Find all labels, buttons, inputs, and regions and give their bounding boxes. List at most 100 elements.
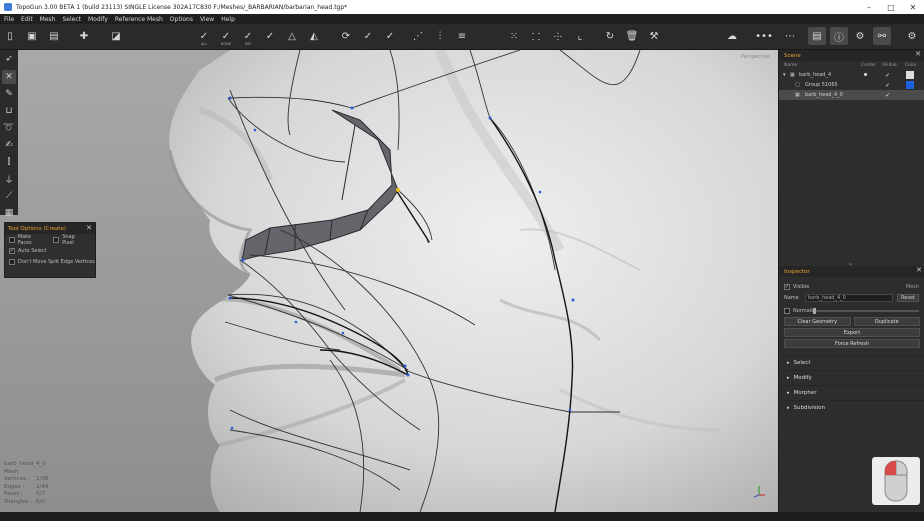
select-tool-icon[interactable]: ➶ [2, 52, 16, 66]
scene-item-group[interactable]: ▢ Group 51065 ✓ [779, 80, 924, 90]
create-tool-icon[interactable]: ✕ [2, 70, 16, 84]
delete-icon[interactable]: 🗑 [624, 28, 640, 44]
relax-tool-icon[interactable]: ⏚ [2, 172, 16, 186]
select-grow-icon[interactable]: ✓ [262, 28, 278, 44]
info-icon[interactable]: ⓘ [830, 27, 848, 45]
menu-options[interactable]: Options [170, 16, 193, 23]
select-border-icon[interactable]: ✓ [382, 28, 398, 44]
reset-button[interactable]: Reset [897, 294, 919, 302]
color-swatch[interactable] [906, 81, 914, 89]
section-modify[interactable]: ▸ Modify [779, 370, 924, 385]
normals-checkbox[interactable] [784, 307, 790, 314]
draw-tool-icon[interactable]: ✎ [2, 87, 16, 101]
grid-select-icon[interactable]: ⁙ [506, 28, 522, 44]
select-loop-icon[interactable]: ⟳ [338, 28, 354, 44]
center-dot-icon[interactable] [864, 73, 867, 76]
refresh-icon[interactable]: ↻ [602, 28, 618, 44]
auto-select-label: Auto Select [18, 247, 47, 254]
menu-reference-mesh[interactable]: Reference Mesh [115, 16, 163, 23]
section-morpher[interactable]: ▸ Morpher [779, 385, 924, 400]
panel-splitter[interactable]: ═ [849, 262, 857, 268]
vertex-dots-icon[interactable]: ••• [755, 28, 773, 44]
inspector-panel: Inspector ✕ ✓ Visible Mesh Name barb_hea… [779, 266, 924, 415]
section-subdivision[interactable]: ▸ Subdivision [779, 400, 924, 415]
slider-handle[interactable] [813, 308, 816, 314]
menu-modify[interactable]: Modify [88, 16, 108, 23]
stats-object-name: barb_head_4_0 [4, 461, 46, 467]
axis-icon[interactable]: ⌞ [572, 28, 588, 44]
scene-item-barb-head-4[interactable]: ▾ ▦ barb_head_4 ✓ [779, 70, 924, 80]
color-swatch[interactable] [906, 71, 914, 79]
clear-geometry-button[interactable]: Clear Geometry [784, 317, 851, 326]
tool-settings-icon[interactable]: ⚯ [873, 27, 891, 45]
expand-arrow-icon[interactable]: ▾ [783, 72, 786, 78]
brush-tool-icon[interactable]: ✍ [2, 138, 16, 152]
make-faces-checkbox[interactable] [9, 236, 15, 243]
new-file-icon[interactable]: ▯ [2, 28, 18, 44]
menu-edit[interactable]: Edit [21, 16, 33, 23]
edge-dots-icon[interactable]: ⋯ [782, 28, 798, 44]
select-triangles-icon[interactable]: △ [284, 28, 300, 44]
visible-check-icon[interactable]: ✓ [885, 82, 890, 89]
dont-move-split-checkbox[interactable] [9, 258, 15, 265]
inspector-close-button[interactable]: ✕ [916, 266, 922, 274]
name-input[interactable]: barb_head_4_0 [805, 294, 893, 302]
window-title: TopoGun 3.00 BETA 1 (build 23113) SINGLE… [16, 3, 348, 11]
section-label: Subdivision [793, 405, 826, 411]
viewport-label: Perspective [741, 54, 770, 60]
menu-help[interactable]: Help [221, 16, 235, 23]
stats-edges-label: Edges : [4, 483, 25, 490]
select-vertical-icon[interactable]: ⫶ [432, 28, 448, 44]
tubes-tool-icon[interactable]: ⫿ [2, 155, 16, 169]
grid-tool-icon[interactable]: ▦ [2, 206, 16, 220]
section-select[interactable]: ▸ Select [779, 355, 924, 370]
close-window-button[interactable]: ✕ [902, 0, 924, 14]
auto-select-checkbox[interactable]: ✓ [9, 247, 15, 254]
export-button[interactable]: Export [784, 328, 920, 337]
add-icon[interactable]: ✚ [76, 28, 92, 44]
mesh-icon: ▦ [790, 72, 795, 78]
select-all-icon[interactable]: ✓ ALL [196, 28, 212, 47]
select-invert-icon[interactable]: ✓ INV [240, 28, 256, 47]
minimize-button[interactable]: – [858, 0, 880, 14]
loop-tool-icon[interactable]: ➰ [2, 121, 16, 135]
menu-view[interactable]: View [200, 16, 214, 23]
brush-select-icon[interactable]: ⸬ [528, 28, 544, 44]
save-icon[interactable]: ▣ [24, 28, 40, 44]
col-center: Center [861, 63, 877, 68]
tool-options-close-button[interactable]: ✕ [86, 224, 92, 232]
menu-mesh[interactable]: Mesh [40, 16, 56, 23]
normals-slider[interactable] [813, 308, 919, 314]
maximize-button[interactable]: □ [880, 0, 902, 14]
visible-check-icon[interactable]: ✓ [885, 92, 890, 99]
3d-viewport[interactable]: Perspective [0, 50, 778, 512]
duplicate-button[interactable]: Duplicate [853, 317, 920, 326]
app-logo-icon [4, 3, 12, 11]
settings-sliders-icon[interactable]: ⚙ [852, 28, 868, 44]
bridge-tool-icon[interactable]: ⊔ [2, 104, 16, 118]
menu-file[interactable]: File [4, 16, 14, 23]
mirror-select-icon[interactable]: ⸭ [550, 28, 566, 44]
visible-checkbox[interactable]: ✓ [784, 283, 790, 290]
scene-close-button[interactable]: ✕ [915, 50, 921, 58]
select-ngons-icon[interactable]: ◭ [306, 28, 322, 44]
snap-pixel-checkbox[interactable] [53, 236, 60, 243]
force-refresh-button[interactable]: Force Refresh [784, 339, 920, 348]
menu-select[interactable]: Select [62, 16, 81, 23]
knife-tool-icon[interactable]: ⟋ [2, 189, 16, 203]
visible-check-icon[interactable]: ✓ [885, 72, 890, 79]
select-edges-icon[interactable]: ⋰ [410, 28, 426, 44]
lighting-icon[interactable]: ☁ [724, 28, 740, 44]
stats-triangles-value: 0/0 [36, 498, 45, 505]
scene-item-barb-head-4-0[interactable]: ▦ barb_head_4_0 ✓ [779, 90, 924, 100]
col-color: Color [905, 63, 917, 68]
save-as-icon[interactable]: ▤ [46, 28, 62, 44]
tools-icon[interactable]: ⚒ [646, 28, 662, 44]
select-none-icon[interactable]: ✓ NONE [218, 28, 234, 47]
make-faces-label: Make Faces [17, 233, 32, 246]
gear-icon[interactable]: ⚙ [904, 28, 920, 44]
select-list-icon[interactable]: ≡ [454, 28, 470, 44]
import-icon[interactable]: ◪ [108, 28, 124, 44]
select-ring-icon[interactable]: ✓ [360, 28, 376, 44]
layers-icon[interactable]: ▤ [808, 27, 826, 45]
